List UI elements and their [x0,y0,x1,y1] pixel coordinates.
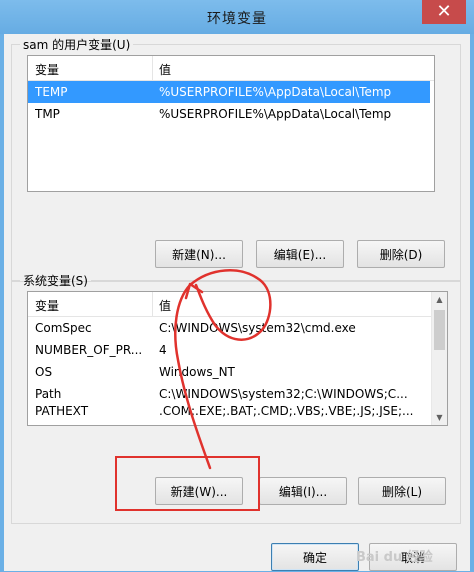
variable-name: ComSpec [35,321,92,335]
ok-button[interactable]: 确定 [271,543,359,571]
variable-value: Windows_NT [159,365,235,379]
list-item[interactable]: PATHEXT .COM;.EXE;.BAT;.CMD;.VBS;.VBE;.J… [28,405,447,419]
variable-name: PATHEXT [35,405,89,417]
column-header-variable[interactable]: 变量 [35,61,59,78]
user-new-button[interactable]: 新建(N)... [155,240,243,268]
variable-value: C:\WINDOWS\system32;C:\WINDOWS;C... [159,387,408,401]
list-item[interactable]: NUMBER_OF_PR... 4 [28,339,447,361]
variable-value: C:\WINDOWS\system32\cmd.exe [159,321,356,335]
list-item[interactable]: Path C:\WINDOWS\system32;C:\WINDOWS;C... [28,383,447,405]
scroll-up-arrow-icon[interactable]: ▲ [432,292,447,307]
scroll-down-arrow-icon[interactable]: ▼ [432,410,447,425]
variable-name: TEMP [35,85,68,99]
title-bar: 环境变量 ✕ [0,0,474,34]
variable-name: TMP [35,107,60,121]
window-title: 环境变量 [207,11,267,27]
system-delete-button[interactable]: 删除(L) [358,477,446,505]
variable-name: NUMBER_OF_PR... [35,343,143,357]
column-header-value[interactable]: 值 [159,61,171,78]
system-variables-legend: 系统变量(S) [23,274,88,288]
user-variables-list[interactable]: 变量 值 TEMP %USERPROFILE%\AppData\Local\Te… [27,55,435,192]
close-icon: ✕ [436,1,452,22]
variable-value: %USERPROFILE%\AppData\Local\Temp [159,107,392,121]
list-item[interactable]: OS Windows_NT [28,361,447,383]
vertical-scrollbar[interactable]: ▲ ▼ [431,292,447,425]
list-item[interactable]: TEMP %USERPROFILE%\AppData\Local\Temp [28,81,430,103]
variable-value: .COM;.EXE;.BAT;.CMD;.VBS;.VBE;.JS;.JSE;.… [159,405,414,417]
variable-value: %USERPROFILE%\AppData\Local\Temp [159,85,392,99]
list-item[interactable]: ComSpec C:\WINDOWS\system32\cmd.exe [28,317,447,339]
system-edit-button[interactable]: 编辑(I)... [259,477,347,505]
watermark: Bai du 经验 [356,550,433,565]
column-header-value[interactable]: 值 [159,297,171,314]
variable-name: OS [35,365,53,379]
scroll-thumb[interactable] [434,310,445,350]
list-header: 变量 值 [28,56,434,81]
close-button[interactable]: ✕ [422,0,466,24]
variable-value: 4 [159,343,167,357]
variable-name: Path [35,387,62,401]
list-item[interactable]: TMP %USERPROFILE%\AppData\Local\Temp [28,103,434,125]
user-variables-legend: sam 的用户变量(U) [23,38,131,52]
user-edit-button[interactable]: 编辑(E)... [256,240,344,268]
system-new-button[interactable]: 新建(W)... [155,477,243,505]
list-header: 变量 值 [28,292,432,317]
column-header-variable[interactable]: 变量 [35,297,59,314]
system-variables-list[interactable]: 变量 值 ComSpec C:\WINDOWS\system32\cmd.exe… [27,291,448,426]
user-delete-button[interactable]: 删除(D) [357,240,445,268]
